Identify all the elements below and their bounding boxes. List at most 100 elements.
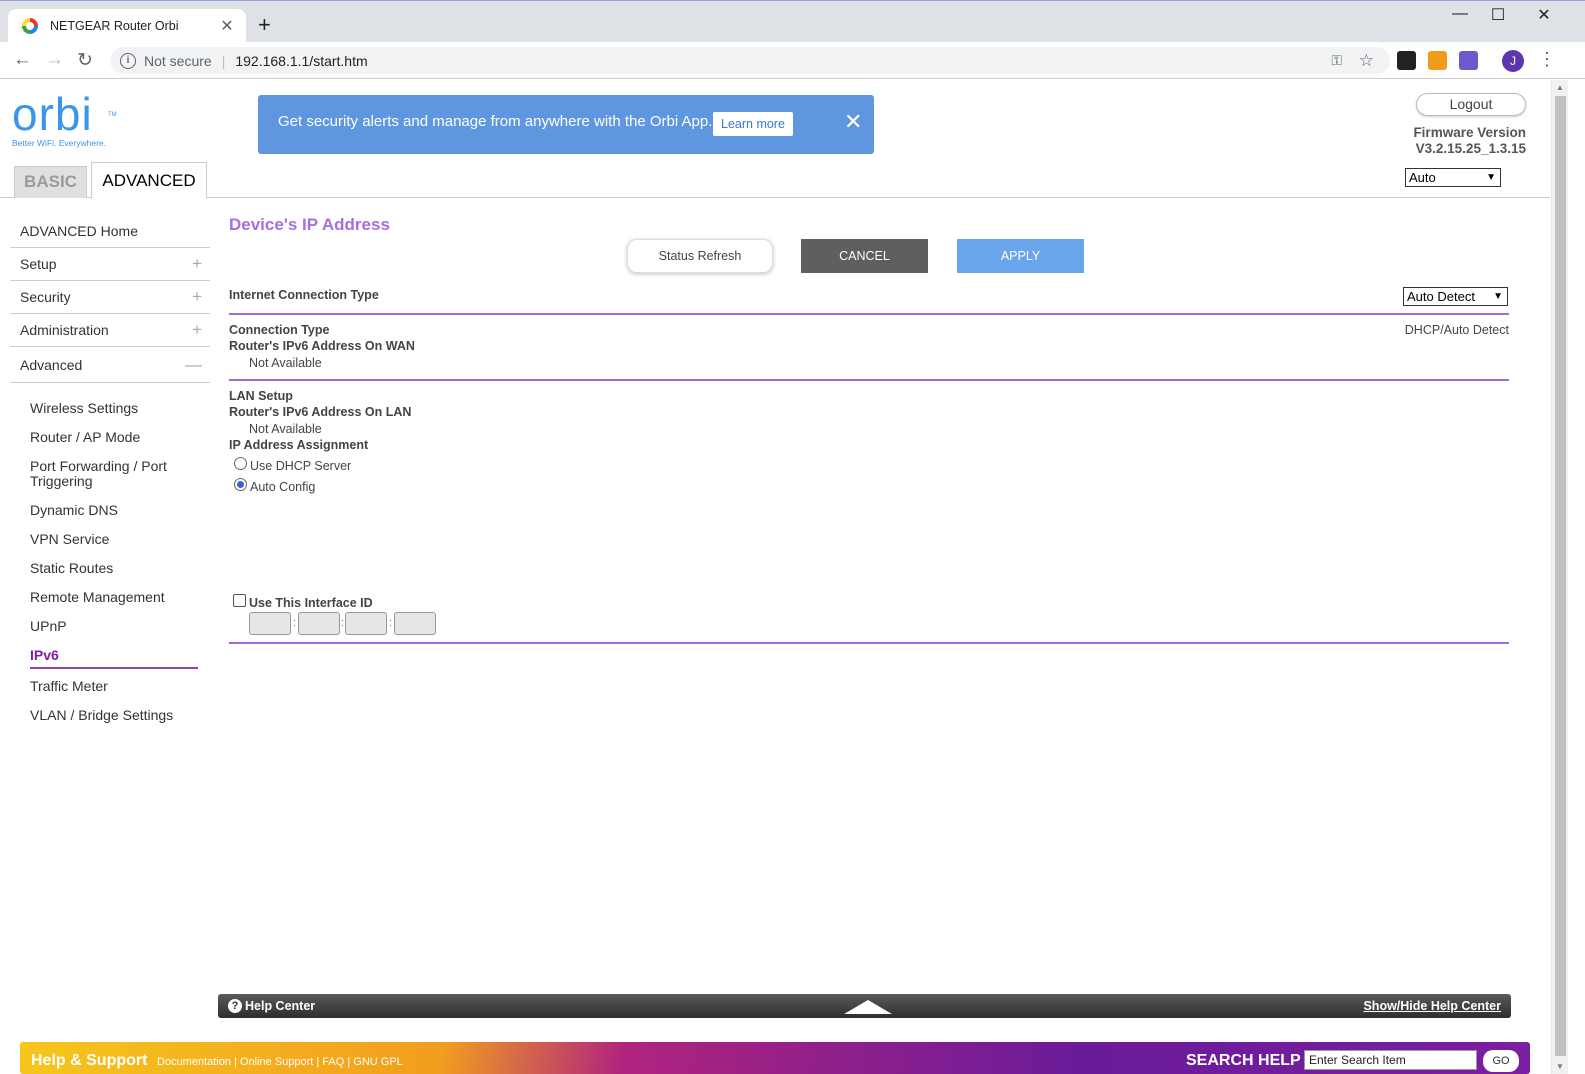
sidebar-item-administration[interactable]: Administration +: [10, 314, 210, 347]
help-center-bar: ? Help Center Show/Hide Help Center: [218, 994, 1511, 1018]
sidebar-item-label: Setup: [20, 256, 57, 272]
banner-message: Get security alerts and manage from anyw…: [278, 113, 713, 130]
sidebar-item-label: Advanced: [20, 356, 83, 373]
window-close-icon[interactable]: ✕: [1522, 5, 1566, 25]
auto-config-radio[interactable]: [234, 478, 247, 491]
maximize-icon[interactable]: ☐: [1476, 5, 1520, 25]
wan-ipv6-label: Router's IPv6 Address On WAN: [229, 339, 415, 353]
scroll-up-icon[interactable]: ▲: [1556, 83, 1564, 92]
bookmark-star-icon[interactable]: ☆: [1359, 51, 1374, 71]
reload-icon[interactable]: ↻: [77, 49, 93, 72]
interface-id-separator: :: [389, 617, 393, 629]
lan-ipv6-label: Router's IPv6 Address On LAN: [229, 405, 412, 419]
submenu-port-forwarding[interactable]: Port Forwarding / Port Triggering: [30, 453, 200, 497]
submenu-ipv6[interactable]: IPv6: [30, 642, 198, 669]
forward-icon[interactable]: →: [45, 49, 64, 71]
shopping-extension-icon[interactable]: [1428, 51, 1447, 70]
cancel-button[interactable]: CANCEL: [801, 239, 928, 273]
collapse-minus-icon[interactable]: —: [185, 355, 202, 375]
orbi-logo[interactable]: orbi TM Better WiFi. Everywhere.: [12, 88, 117, 148]
omnibox-divider: |: [221, 52, 226, 69]
internet-connection-type-select[interactable]: Auto Detect ▼: [1403, 287, 1508, 306]
submenu-upnp[interactable]: UPnP: [30, 613, 200, 642]
dhcp-server-radio[interactable]: [234, 457, 247, 470]
submenu-vlan-bridge[interactable]: VLAN / Bridge Settings: [30, 702, 200, 731]
new-tab-icon[interactable]: +: [258, 12, 271, 38]
sidebar-item-advanced[interactable]: Advanced —: [10, 347, 210, 383]
help-question-icon: ?: [228, 999, 242, 1013]
advanced-submenu: Wireless Settings Router / AP Mode Port …: [10, 395, 210, 731]
search-help-input[interactable]: Enter Search Item: [1304, 1050, 1477, 1070]
firmware-label: Firmware Version: [1413, 125, 1526, 140]
back-icon[interactable]: ←: [13, 49, 32, 71]
expand-plus-icon[interactable]: +: [192, 320, 202, 340]
connection-type-selected: Auto Detect: [1407, 289, 1475, 304]
interface-id-label[interactable]: Use This Interface ID: [249, 596, 373, 610]
interface-id-field-1[interactable]: [249, 612, 291, 635]
pdf-extension-icon[interactable]: [1397, 51, 1416, 70]
interface-id-checkbox[interactable]: [233, 594, 246, 607]
divider: [229, 642, 1509, 644]
logout-button[interactable]: Logout: [1416, 93, 1526, 116]
sidebar-item-advanced-home[interactable]: ADVANCED Home: [10, 215, 210, 248]
browser-titlebar: NETGEAR Router Orbi ✕ + — ☐ ✕: [0, 0, 1585, 43]
app-promo-banner: Get security alerts and manage from anyw…: [258, 95, 874, 154]
security-label[interactable]: Not secure: [144, 53, 212, 69]
sidebar-item-setup[interactable]: Setup +: [10, 248, 210, 281]
logo-text: orbi: [12, 88, 93, 140]
interface-id-field-3[interactable]: [345, 612, 387, 635]
footer-links[interactable]: Documentation | Online Support | FAQ | G…: [157, 1056, 403, 1068]
footer-title: Help & Support: [31, 1052, 148, 1069]
profile-avatar[interactable]: J: [1502, 50, 1524, 72]
sidebar-item-label: ADVANCED Home: [20, 223, 138, 239]
sidebar-item-label: Administration: [20, 322, 109, 338]
scroll-down-icon[interactable]: ▼: [1556, 1062, 1564, 1071]
submenu-remote-management[interactable]: Remote Management: [30, 584, 200, 613]
banner-close-icon[interactable]: ✕: [844, 109, 862, 135]
expand-plus-icon[interactable]: +: [192, 287, 202, 307]
show-hide-help-link[interactable]: Show/Hide Help Center: [1363, 999, 1501, 1013]
omnibox[interactable]: i Not secure | 192.168.1.1/start.htm ⚿ ☆: [110, 47, 1390, 74]
submenu-router-ap-mode[interactable]: Router / AP Mode: [30, 424, 200, 453]
status-refresh-button[interactable]: Status Refresh: [627, 239, 773, 273]
help-center-label[interactable]: Help Center: [245, 999, 315, 1013]
info-icon[interactable]: i: [120, 52, 136, 69]
sidebar: ADVANCED Home Setup + Security + Adminis…: [10, 215, 210, 731]
submenu-static-routes[interactable]: Static Routes: [30, 555, 200, 584]
url-text[interactable]: 192.168.1.1/start.htm: [235, 53, 367, 69]
interface-id-field-2[interactable]: [298, 612, 340, 635]
sidebar-item-security[interactable]: Security +: [10, 281, 210, 314]
chevron-down-icon: ▼: [1493, 291, 1503, 302]
auto-config-label[interactable]: Auto Config: [250, 480, 315, 494]
expand-plus-icon[interactable]: +: [192, 254, 202, 274]
search-go-button[interactable]: GO: [1483, 1050, 1519, 1072]
password-key-icon[interactable]: ⚿: [1331, 52, 1342, 69]
expand-help-arrow-icon[interactable]: [844, 1000, 892, 1014]
logo-tagline: Better WiFi. Everywhere.: [12, 138, 106, 148]
browser-menu-icon[interactable]: ⋮: [1538, 49, 1556, 70]
submenu-dynamic-dns[interactable]: Dynamic DNS: [30, 497, 200, 526]
interface-id-separator: :: [341, 617, 345, 629]
learn-more-button[interactable]: Learn more: [713, 112, 793, 136]
tab-title: NETGEAR Router Orbi: [50, 19, 179, 33]
tab-advanced[interactable]: ADVANCED: [91, 162, 207, 199]
firmware-version: V3.2.15.25_1.3.15: [1415, 141, 1526, 156]
submenu-wireless-settings[interactable]: Wireless Settings: [30, 395, 200, 424]
interface-id-field-4[interactable]: [394, 612, 436, 635]
router-page: orbi TM Better WiFi. Everywhere. Get sec…: [0, 80, 1550, 1074]
connection-type-value: DHCP/Auto Detect: [1404, 323, 1509, 337]
lan-ipv6-value: Not Available: [249, 422, 322, 436]
submenu-traffic-meter[interactable]: Traffic Meter: [30, 673, 200, 702]
connection-type-label: Connection Type: [229, 323, 330, 337]
submenu-vpn-service[interactable]: VPN Service: [30, 526, 200, 555]
browser-tab[interactable]: NETGEAR Router Orbi ✕: [8, 9, 246, 43]
dhcp-server-label[interactable]: Use DHCP Server: [250, 459, 351, 473]
tab-basic[interactable]: BASIC: [14, 166, 87, 198]
page-title: Device's IP Address: [229, 215, 390, 234]
docs-extension-icon[interactable]: [1459, 51, 1478, 70]
apply-button[interactable]: APPLY: [957, 239, 1084, 273]
main-content: Device's IP Address Status Refresh CANCE…: [229, 215, 1509, 644]
scrollbar-thumb[interactable]: [1555, 96, 1566, 1056]
tab-close-icon[interactable]: ✕: [218, 16, 236, 36]
page-scrollbar[interactable]: ▲ ▼: [1551, 80, 1568, 1074]
